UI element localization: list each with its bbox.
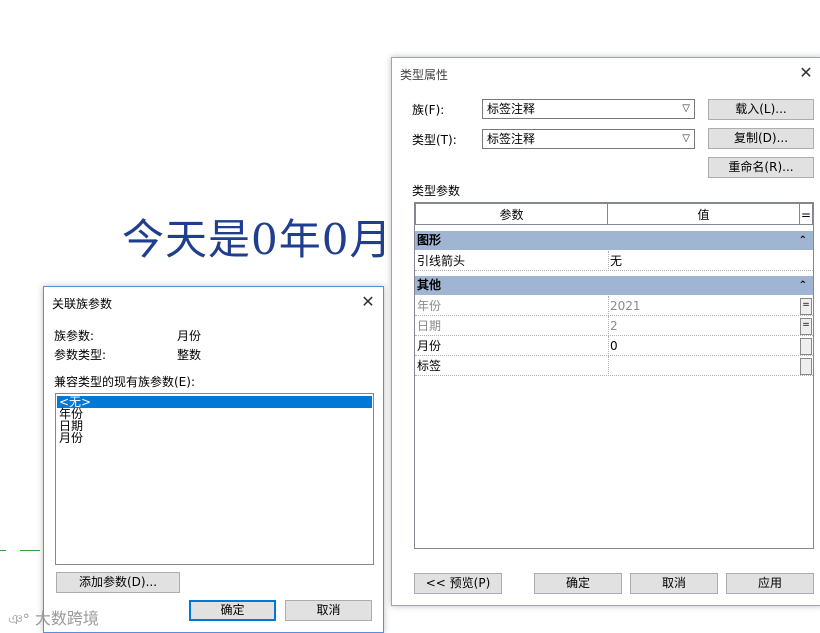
chevron-down-icon: ▽ [682, 133, 690, 144]
canvas-line [20, 550, 40, 551]
family-param-value: 月份 [177, 329, 202, 343]
compatible-params-label: 兼容类型的现有族参数(E): [54, 375, 195, 389]
param-value[interactable]: 无 [608, 251, 800, 271]
table-row[interactable]: 日期 2 = [415, 316, 813, 336]
dialog-title: 类型属性 [400, 68, 449, 82]
family-label: 族(F): [412, 103, 445, 117]
param-type-value: 整数 [177, 348, 202, 362]
param-type-label: 参数类型: [54, 348, 107, 362]
type-select[interactable]: 标签注释 ▽ [482, 129, 695, 149]
cancel-button[interactable]: 取消 [630, 573, 718, 594]
type-params-grid[interactable]: 参数 值 = 图形 ⌃ 引线箭头 无 其他 ⌃ 年份 2021 = 日期 2 =… [414, 202, 814, 549]
group-graphics[interactable]: 图形 ⌃ [415, 231, 813, 250]
param-name: 引线箭头 [417, 254, 466, 268]
col-header-param[interactable]: 参数 [415, 203, 608, 225]
param-value[interactable]: 2021 [608, 296, 800, 316]
family-select[interactable]: 标签注释 ▽ [482, 99, 695, 119]
list-item[interactable]: 月份 [59, 432, 83, 444]
existing-params-list[interactable]: <无> 年份 日期 月份 [55, 393, 374, 565]
grid-header: 参数 值 = [415, 203, 813, 225]
associate-param-icon[interactable] [800, 338, 812, 355]
add-param-button[interactable]: 添加参数(D)... [56, 572, 180, 593]
type-params-label: 类型参数 [412, 184, 461, 198]
family-param-label: 族参数: [54, 329, 95, 343]
associate-titlebar[interactable]: 关联族参数 ✕ [44, 287, 383, 317]
associate-param-icon[interactable] [800, 358, 812, 375]
param-name: 标签 [417, 359, 442, 373]
param-name: 月份 [417, 339, 442, 353]
formula-icon[interactable]: = [800, 298, 812, 315]
cancel-button[interactable]: 取消 [285, 600, 372, 621]
close-icon[interactable]: ✕ [795, 62, 817, 84]
close-icon[interactable]: ✕ [357, 291, 379, 313]
ok-button[interactable]: 确定 [189, 600, 276, 621]
watermark-text: 大数跨境 [34, 609, 99, 628]
table-row[interactable]: 引线箭头 无 [415, 251, 813, 271]
col-header-value[interactable]: 值 [607, 203, 800, 225]
param-name: 日期 [417, 319, 442, 333]
type-label: 类型(T): [412, 133, 457, 147]
table-row[interactable]: 月份 0 [415, 336, 813, 356]
type-value: 标签注释 [487, 132, 536, 146]
watermark: ঞ° 大数跨境 [8, 605, 99, 632]
preview-button[interactable]: << 预览(P) [414, 573, 502, 594]
associate-family-param-dialog: 关联族参数 ✕ 族参数: 月份 参数类型: 整数 兼容类型的现有族参数(E): … [43, 286, 384, 633]
col-header-eq[interactable]: = [799, 203, 813, 225]
param-value[interactable] [608, 356, 800, 376]
group-label: 其他 [417, 278, 442, 292]
collapse-icon[interactable]: ⌃ [799, 276, 807, 295]
family-value: 标签注释 [487, 102, 536, 116]
duplicate-button[interactable]: 复制(D)... [708, 128, 814, 149]
ok-button[interactable]: 确定 [534, 573, 622, 594]
table-row[interactable]: 年份 2021 = [415, 296, 813, 316]
dialog-title: 关联族参数 [52, 297, 113, 311]
rename-button[interactable]: 重命名(R)... [708, 157, 814, 178]
canvas-line-dash [0, 550, 6, 551]
type-properties-titlebar[interactable]: 类型属性 ✕ [392, 58, 820, 88]
param-name: 年份 [417, 299, 442, 313]
group-other[interactable]: 其他 ⌃ [415, 276, 813, 295]
group-label: 图形 [417, 233, 442, 247]
param-value[interactable]: 2 [608, 316, 800, 336]
formula-icon[interactable]: = [800, 318, 812, 335]
load-button[interactable]: 载入(L)... [708, 99, 814, 120]
param-value[interactable]: 0 [608, 336, 800, 356]
collapse-icon[interactable]: ⌃ [799, 231, 807, 250]
chevron-down-icon: ▽ [682, 103, 690, 114]
type-properties-dialog: 类型属性 ✕ 族(F): 标签注释 ▽ 载入(L)... 类型(T): 标签注释… [391, 57, 820, 606]
list-item[interactable]: <无> [57, 396, 372, 408]
watermark-logo-icon: ঞ° [8, 612, 30, 628]
table-row[interactable]: 标签 [415, 356, 813, 376]
apply-button[interactable]: 应用 [726, 573, 814, 594]
